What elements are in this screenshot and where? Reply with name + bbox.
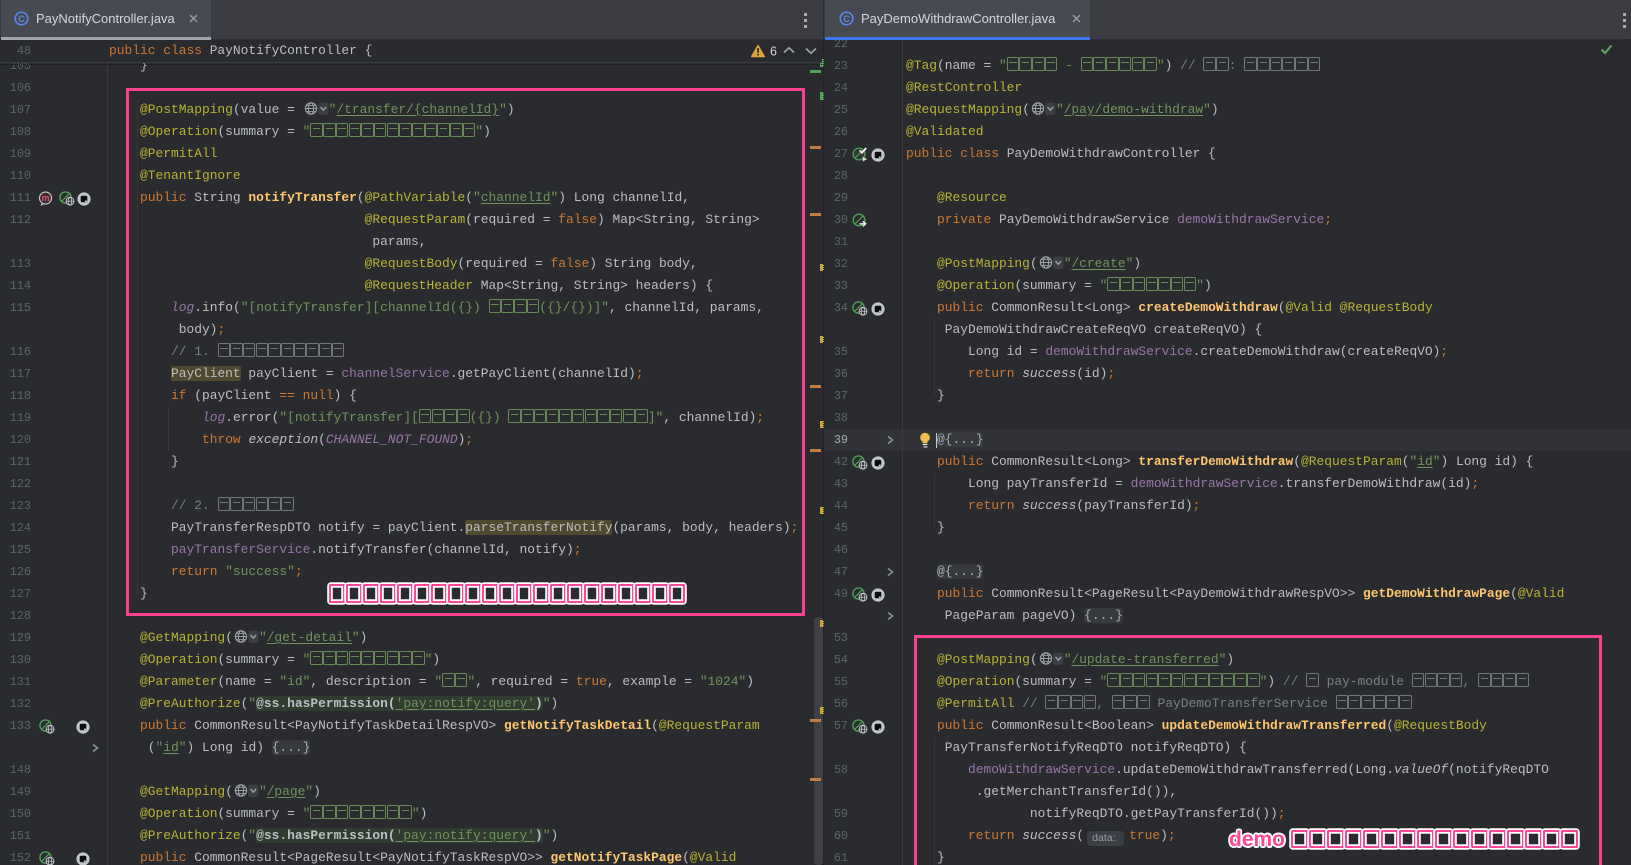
svg-text:m: m	[41, 193, 49, 203]
svg-text:6: 6	[770, 45, 777, 59]
svg-text:C: C	[843, 14, 850, 24]
svg-text:C: C	[18, 14, 25, 24]
